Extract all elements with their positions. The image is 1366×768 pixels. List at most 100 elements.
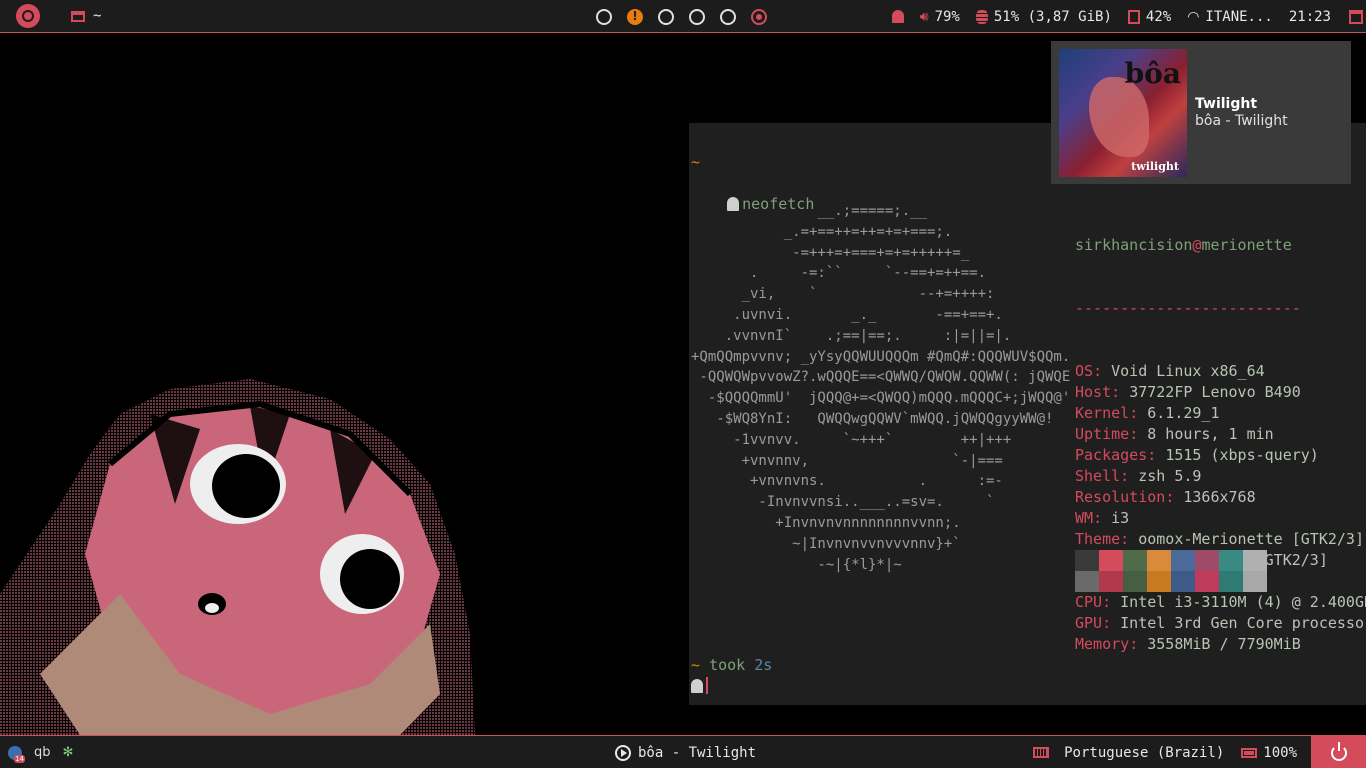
bottom-bar: 14 qb ✻ bôa - Twilight Portuguese (Brazi… [0,735,1366,768]
wifi-module[interactable]: ◠ ITANE... [1187,9,1273,25]
prompt-dir: ~ [691,153,701,171]
app-tray-icon[interactable]: ✻ [63,745,74,760]
unread-badge: 14 [14,754,25,763]
window-title: ~ [93,8,102,24]
cover-subtitle: twilight [1131,159,1179,173]
database-icon [975,9,988,24]
palette-swatch [1147,550,1171,571]
battery-icon [1241,747,1258,758]
info-colon: : [1102,614,1121,632]
ascii-art-line: __.;=====;.__ [691,203,928,219]
ascii-art-line: -QQWQWpvvowZ?.wQQQE==<QWWQ/QWQW.QQWW(: j… [691,369,1071,386]
active-prompt[interactable] [691,676,708,697]
wifi-icon: ◠ [1187,8,1200,25]
power-icon [1330,741,1347,761]
info-value: oomox-Merionette [GTK2/3] [1138,530,1364,548]
now-playing-notification[interactable]: bôa twilight Twilight bôa - Twilight [1051,41,1351,184]
info-value: 37722FP Lenovo B490 [1129,383,1301,401]
ascii-art-line: _.=+==++=++=+=+===;. [691,223,953,240]
info-key: Theme [1075,530,1121,548]
power-button[interactable] [1311,736,1366,768]
systray: 14 qb ✻ [8,736,73,768]
palette-swatch [1171,550,1195,571]
info-row: Packages: 1515 (xbps-query) [1075,445,1366,466]
info-value: Intel 3rd Gen Core processor [1120,614,1366,632]
clock-module[interactable]: 21:23 [1289,9,1366,25]
window-icon [71,10,85,22]
speaker-icon: 🔊︎ [919,8,929,25]
neofetch-info: sirkhancision@merionette ---------------… [1075,193,1366,697]
palette-swatch [1099,550,1123,571]
notifications-toggle[interactable] [891,10,904,23]
notification-title: Twilight [1195,96,1258,112]
workspace-1[interactable] [596,8,612,25]
info-key: Memory [1075,635,1130,653]
palette-swatch [1075,550,1099,571]
info-colon: : [1102,593,1121,611]
ghost-prompt-icon [691,679,703,693]
keyboard-layout[interactable]: Portuguese (Brazil) [1064,745,1224,761]
ascii-art-line: -1vvnvv. `~+++` ++|+++ [691,431,1012,448]
workspace-4[interactable] [689,8,705,25]
play-icon[interactable] [615,744,631,761]
took-line: ~ took 2s [691,656,773,674]
palette-swatch [1123,550,1147,571]
keyboard-icon [1033,747,1050,758]
palette-swatch [1219,550,1243,571]
info-row: Kernel: 6.1.29_1 [1075,403,1366,424]
workspace-5[interactable] [720,8,736,25]
info-colon: : [1120,530,1139,548]
kitty-terminal[interactable]: ~ neofetch __.;=====;.__ _.=+==++=++=+=+… [689,123,1366,705]
battery-value: 100% [1263,744,1297,761]
qbittorrent-tray-icon[interactable]: qb [34,745,51,760]
workspace-6-focused[interactable] [751,8,767,25]
info-value: zsh 5.9 [1138,467,1202,485]
info-value: 1515 (xbps-query) [1165,446,1319,464]
volume-module[interactable]: 🔊︎ 79% [920,9,960,25]
ascii-art-line: +Invnvnvnnnnnnnnvvnn;. [691,514,961,531]
clock: 21:23 [1288,8,1331,25]
info-row: Theme: oomox-Merionette [GTK2/3] [1075,529,1366,550]
disk-module[interactable]: 51% (3,87 GiB) [975,8,1112,25]
ascii-art-line: -$QQQQmmU' jQQQ@+=<QWQQ)mQQQ.mQQQC+;jWQQ… [691,390,1071,407]
disk-value: 51% (3,87 GiB) [993,8,1112,25]
info-colon: : [1165,488,1184,506]
ascii-art-line: -Invnvvnsi..___..=sv=. ` [691,494,995,511]
info-row: Shell: zsh 5.9 [1075,466,1366,487]
ascii-art-line: . -=:`` `--==+=++==. [691,265,987,282]
ascii-art-line: ~|Invnvnvvnvvvnnv}+` [691,535,961,552]
launcher-button[interactable] [0,0,55,33]
notification-body: bôa - Twilight [1195,113,1288,129]
ascii-art-line: _vi, ` --+=++++: [691,286,995,303]
palette-swatch [1219,571,1243,592]
info-row: CPU: Intel i3-3110M (4) @ 2.400GHz [1075,592,1366,613]
memory-module[interactable]: 42% [1127,9,1171,25]
info-key: Kernel [1075,404,1130,422]
separator-line: ------------------------- [1075,299,1301,317]
info-key: GPU [1075,614,1103,632]
telegram-tray-icon[interactable]: 14 [8,745,25,763]
info-row: Memory: 3558MiB / 7790MiB [1075,634,1366,655]
workspace-3[interactable] [658,8,674,25]
color-palette [1075,550,1267,592]
top-bar: ~ 🔊︎ 79% 51% (3,87 GiB) 42% ◠ ITANE... [0,0,1366,33]
palette-swatch [1123,571,1147,592]
info-colon: : [1147,446,1166,464]
ascii-art-line: +vnvnnv, `-|=== [691,452,1003,469]
wifi-ssid: ITANE... [1205,8,1273,25]
media-player[interactable]: bôa - Twilight [615,736,756,768]
focused-window[interactable]: ~ [71,8,101,24]
info-key: Packages [1075,446,1148,464]
info-value: i3 [1111,509,1130,527]
info-row: OS: Void Linux x86_64 [1075,361,1366,382]
info-colon: : [1093,509,1112,527]
info-colon: : [1093,362,1112,380]
info-key: Uptime [1075,425,1130,443]
info-row: Host: 37722FP Lenovo B490 [1075,382,1366,403]
info-key: CPU [1075,593,1103,611]
workspace-2-urgent[interactable] [627,8,643,25]
info-key: OS [1075,362,1094,380]
palette-swatch [1099,571,1123,592]
wallpaper-anime-girl [0,379,475,735]
palette-swatch [1243,550,1267,571]
